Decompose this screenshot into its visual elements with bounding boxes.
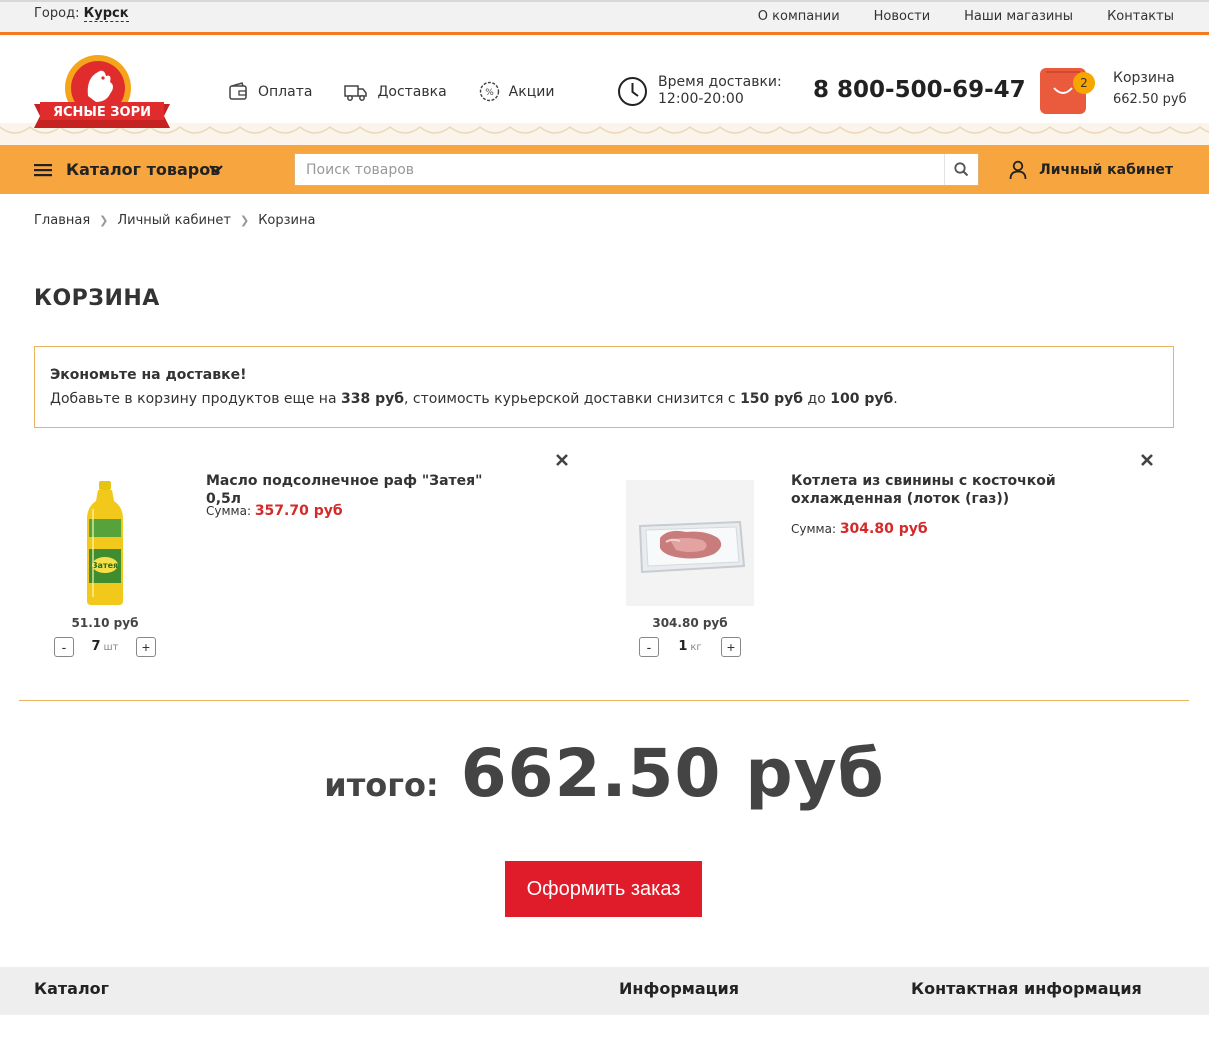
lace-ornament xyxy=(0,123,1209,145)
qty-unit: кг xyxy=(690,642,702,653)
item-sum: Сумма: 357.70 руб xyxy=(206,503,343,519)
user-icon xyxy=(1009,160,1027,179)
breadcrumb-current: Корзина xyxy=(258,213,316,228)
checkout-button[interactable]: Оформить заказ xyxy=(505,861,702,917)
truck-icon xyxy=(344,84,368,101)
qty-increase-button[interactable]: + xyxy=(136,637,156,657)
quantity-stepper: - 1 кг + xyxy=(639,637,741,659)
breadcrumb-account[interactable]: Личный кабинет xyxy=(117,213,231,228)
promo-label: Акции xyxy=(508,83,555,100)
top-nav-stores[interactable]: Наши магазины xyxy=(964,9,1073,24)
footer-contacts-heading: Контактная информация xyxy=(911,979,1142,998)
header-cart[interactable]: 2 Корзина 662.50 руб xyxy=(1040,68,1190,118)
svg-text:Затея: Затея xyxy=(92,561,118,570)
notice-amount: 338 руб xyxy=(340,391,405,407)
nav-bar: Каталог товаров Личный кабинет xyxy=(0,145,1209,194)
total-value: 662.50 руб xyxy=(460,735,885,812)
delivery-label: Доставка xyxy=(377,83,447,100)
city-selector[interactable]: Город: Курск xyxy=(34,6,129,22)
delivery-time-label: Время доставки: xyxy=(658,74,782,90)
delivery-time-value: 12:00-20:00 xyxy=(658,91,744,107)
item-sum: Сумма: 304.80 руб xyxy=(791,521,928,537)
footer-catalog-heading: Каталог xyxy=(34,979,110,998)
search-button[interactable] xyxy=(944,154,978,185)
remove-item-icon[interactable] xyxy=(1140,453,1154,467)
order-total: итого: 662.50 руб xyxy=(0,735,1209,812)
breadcrumb-separator-icon: ❯ xyxy=(99,214,109,227)
account-link[interactable]: Личный кабинет xyxy=(1009,145,1173,194)
promo-link[interactable]: % Акции xyxy=(479,81,555,102)
delivery-link[interactable]: Доставка xyxy=(344,81,447,102)
qty-increase-button[interactable]: + xyxy=(721,637,741,657)
top-bar: Город: Курск О компании Новости Наши маг… xyxy=(0,0,1209,35)
delivery-time: Время доставки: 12:00-20:00 xyxy=(617,74,782,108)
search-box xyxy=(294,153,979,186)
chevron-down-icon[interactable] xyxy=(208,161,224,177)
qty-decrease-button[interactable]: - xyxy=(639,637,659,657)
payment-label: Оплата xyxy=(258,83,313,100)
item-sum-value: 304.80 руб xyxy=(839,521,928,537)
item-unit-price: 51.10 руб xyxy=(71,616,139,630)
notice-to: 100 руб xyxy=(830,391,894,407)
brand-logo[interactable]: ЯСНЫЕ ЗОРИ xyxy=(32,52,172,132)
notice-title: Экономьте на доставке! xyxy=(50,367,247,383)
search-icon xyxy=(954,162,969,177)
breadcrumb-home[interactable]: Главная xyxy=(34,213,90,228)
total-label: итого: xyxy=(324,766,439,804)
top-nav: О компании Новости Наши магазины Контакт… xyxy=(758,9,1174,24)
svg-text:%: % xyxy=(485,88,494,98)
cart-sum: 662.50 руб xyxy=(1113,92,1187,107)
remove-item-icon[interactable] xyxy=(555,453,569,467)
cart-item: 304.80 руб - 1 кг + Котлета из свинины с … xyxy=(585,450,1153,670)
item-unit-price: 304.80 руб xyxy=(652,616,728,630)
delivery-notice: Экономьте на доставке! Добавьте в корзин… xyxy=(34,346,1174,428)
cart-label: Корзина xyxy=(1113,70,1175,86)
notice-text: Добавьте в корзину продуктов еще на 338 … xyxy=(50,391,898,407)
footer: Каталог Информация Контактная информация xyxy=(0,967,1209,1015)
cart-count-badge: 2 xyxy=(1073,72,1095,94)
breadcrumb: Главная ❯ Личный кабинет ❯ Корзина xyxy=(34,213,315,228)
payment-link[interactable]: Оплата xyxy=(228,81,312,102)
header-links: Оплата Доставка % Акции xyxy=(228,81,554,102)
item-sum-value: 357.70 руб xyxy=(254,503,343,519)
city-value[interactable]: Курск xyxy=(83,6,129,22)
qty-value: 7 xyxy=(91,639,101,654)
catalog-label: Каталог товаров xyxy=(66,160,221,179)
footer-info-heading: Информация xyxy=(619,979,739,998)
top-nav-news[interactable]: Новости xyxy=(874,9,931,24)
hamburger-icon xyxy=(34,163,52,176)
catalog-menu-button[interactable]: Каталог товаров xyxy=(34,145,220,194)
notice-from: 150 руб xyxy=(740,391,804,407)
qty-decrease-button[interactable]: - xyxy=(54,637,74,657)
clock-icon xyxy=(618,76,647,106)
top-nav-about[interactable]: О компании xyxy=(758,9,840,24)
search-input[interactable] xyxy=(295,154,935,185)
item-name[interactable]: Котлета из свинины с косточкой охлажденн… xyxy=(791,472,1081,508)
divider xyxy=(19,700,1189,701)
header: ЯСНЫЕ ЗОРИ Оплата Доставка % Акции Время… xyxy=(0,35,1209,145)
wallet-icon xyxy=(229,81,247,100)
account-label: Личный кабинет xyxy=(1039,161,1173,178)
cart-item: Затея 51.10 руб - 7 шт + Масло подсолнечн… xyxy=(0,450,568,670)
product-image-meat-tray[interactable] xyxy=(625,475,755,610)
qty-unit: шт xyxy=(103,642,119,653)
percent-badge-icon: % xyxy=(479,81,499,102)
product-image-oil-bottle[interactable]: Затея xyxy=(40,475,170,610)
breadcrumb-separator-icon: ❯ xyxy=(239,214,250,227)
qty-value: 1 xyxy=(678,639,688,654)
city-label: Город: xyxy=(34,6,80,21)
page-title: КОРЗИНА xyxy=(34,286,160,311)
phone-number[interactable]: 8 800-500-69-47 xyxy=(813,77,1026,103)
logo-text: ЯСНЫЕ ЗОРИ xyxy=(53,105,151,120)
quantity-stepper: - 7 шт + xyxy=(54,637,156,659)
top-nav-contacts[interactable]: Контакты xyxy=(1107,9,1174,24)
